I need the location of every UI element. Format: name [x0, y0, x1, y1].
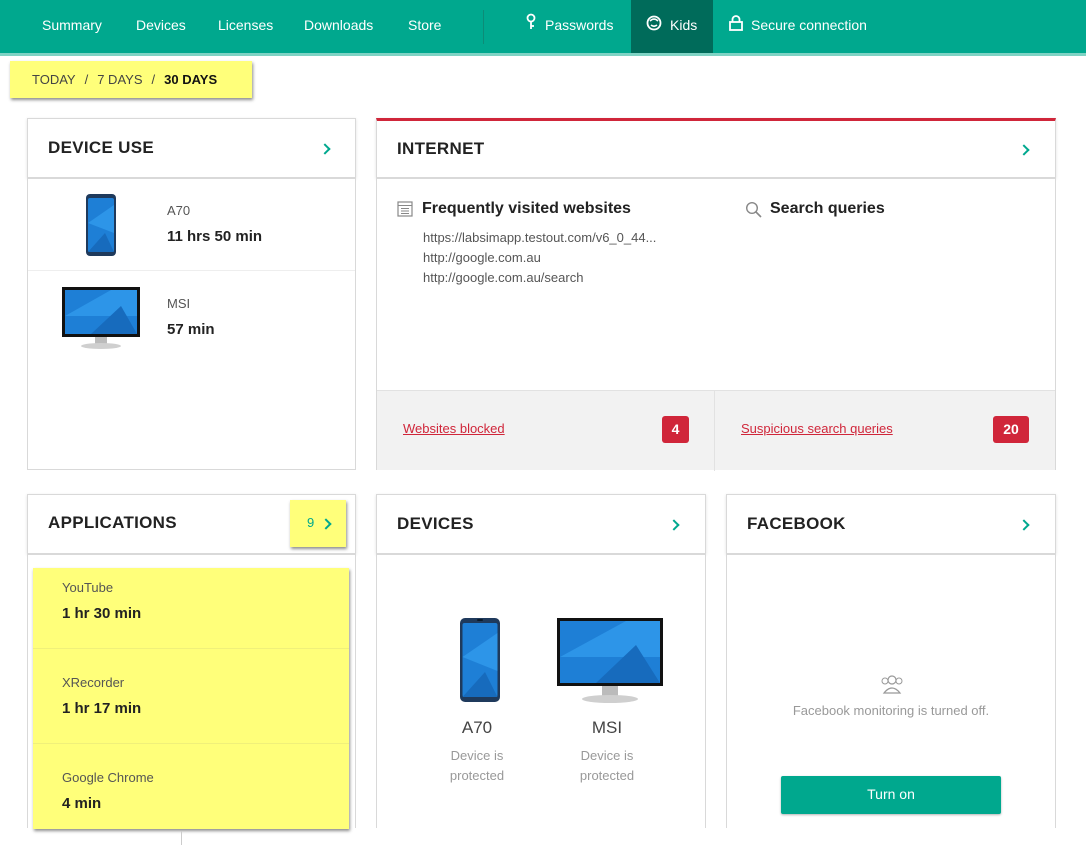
nav-secure-label: Secure connection [751, 17, 867, 33]
facebook-panel: Facebook monitoring is turned off. Turn … [726, 554, 1056, 828]
nav-kids[interactable]: Kids [631, 0, 713, 53]
period-today[interactable]: TODAY [32, 72, 76, 87]
frequent-websites-title: Frequently visited websites [422, 200, 631, 217]
search-icon [745, 201, 762, 223]
device-use-row[interactable]: MSI 57 min [28, 271, 355, 363]
devices-header[interactable]: DEVICES [376, 494, 706, 554]
internet-header[interactable]: INTERNET [376, 118, 1056, 178]
site-url[interactable]: https://labsimapp.testout.com/v6_0_44... [423, 228, 693, 248]
device-status: Device is protected [449, 748, 505, 783]
device-time: 57 min [167, 321, 215, 338]
suspicious-count-badge: 20 [993, 416, 1029, 443]
monitor-icon [61, 286, 141, 355]
device-status: Device is protected [579, 748, 635, 783]
applications-count: 9 [307, 515, 315, 530]
device-use-row[interactable]: A70 11 hrs 50 min [28, 179, 355, 271]
divider [714, 391, 715, 471]
app-name: Google Chrome [62, 770, 154, 785]
blocked-count-badge: 4 [662, 416, 689, 443]
nav-licenses[interactable]: Licenses [218, 0, 273, 53]
device-name: MSI [167, 296, 191, 311]
device-name: A70 [167, 203, 191, 218]
app-name: YouTube [62, 580, 114, 595]
list-item[interactable]: YouTube 1 hr 30 min [33, 568, 349, 649]
nav-downloads[interactable]: Downloads [304, 0, 373, 53]
device-name: MSI [591, 718, 623, 737]
websites-blocked-link[interactable]: Websites blocked [403, 421, 505, 436]
app-time: 1 hr 17 min [62, 700, 142, 717]
applications-count-button[interactable]: 9 [290, 500, 346, 547]
kids-face-icon [646, 1, 662, 52]
device-name: A70 [461, 718, 493, 737]
phone-icon [459, 617, 501, 708]
device-use-title: DEVICE USE [48, 138, 154, 157]
nav-passwords-label: Passwords [545, 17, 614, 33]
nav-devices[interactable]: Devices [136, 0, 186, 53]
facebook-off-message: Facebook monitoring is turned off. [792, 703, 990, 718]
facebook-title: FACEBOOK [747, 514, 846, 533]
internet-title: INTERNET [397, 139, 485, 158]
device-use-panel: A70 11 hrs 50 min MSI 57 min [27, 178, 356, 470]
app-time: 1 hr 30 min [62, 605, 142, 622]
nav-summary[interactable]: Summary [42, 0, 102, 53]
chevron-right-icon[interactable] [1018, 519, 1030, 531]
top-navigation: Summary Devices Licenses Downloads Store… [0, 0, 1086, 56]
divider [181, 831, 182, 845]
internet-panel: Frequently visited websites https://labs… [376, 178, 1056, 471]
lock-icon [729, 1, 743, 52]
monitor-icon [556, 617, 664, 710]
nav-passwords[interactable]: Passwords [525, 0, 613, 53]
site-list: https://labsimapp.testout.com/v6_0_44...… [423, 228, 693, 288]
list-item[interactable]: XRecorder 1 hr 17 min [33, 649, 349, 744]
nav-divider [483, 10, 484, 44]
suspicious-queries-link[interactable]: Suspicious search queries [741, 421, 893, 436]
list-item[interactable]: Google Chrome 4 min [33, 744, 349, 829]
chevron-right-icon [320, 518, 332, 530]
chevron-right-icon[interactable] [668, 519, 680, 531]
device-use-header[interactable]: DEVICE USE [27, 118, 356, 178]
site-url[interactable]: http://google.com.au/search [423, 268, 693, 288]
list-icon [397, 201, 413, 222]
nav-kids-label: Kids [670, 17, 698, 33]
nav-store[interactable]: Store [408, 0, 441, 53]
phone-icon [85, 193, 117, 262]
devices-title: DEVICES [397, 514, 474, 533]
applications-title: APPLICATIONS [48, 513, 177, 532]
period-30-days[interactable]: 30 DAYS [164, 72, 217, 87]
search-queries-title: Search queries [770, 200, 885, 217]
users-icon [879, 673, 905, 700]
device-tile[interactable]: MSI Device is protected [552, 585, 664, 795]
turn-on-button[interactable]: Turn on [781, 776, 1001, 814]
devices-panel: A70 Device is protected MSI Device is pr… [376, 554, 706, 828]
nav-secure-connection[interactable]: Secure connection [729, 0, 867, 53]
applications-list: YouTube 1 hr 30 min XRecorder 1 hr 17 mi… [33, 568, 349, 829]
internet-alerts: Websites blocked 4 Suspicious search que… [377, 390, 1055, 471]
period-7-days[interactable]: 7 DAYS [97, 72, 142, 87]
app-name: XRecorder [62, 675, 125, 690]
chevron-right-icon[interactable] [1018, 144, 1030, 156]
device-tile[interactable]: A70 Device is protected [437, 585, 517, 795]
chevron-right-icon[interactable] [319, 143, 331, 155]
period-selector: TODAY/7 DAYS/30 DAYS [10, 61, 252, 98]
site-url[interactable]: http://google.com.au [423, 248, 693, 268]
device-time: 11 hrs 50 min [167, 228, 263, 245]
key-icon [525, 1, 537, 52]
facebook-header[interactable]: FACEBOOK [726, 494, 1056, 554]
app-time: 4 min [62, 795, 102, 812]
